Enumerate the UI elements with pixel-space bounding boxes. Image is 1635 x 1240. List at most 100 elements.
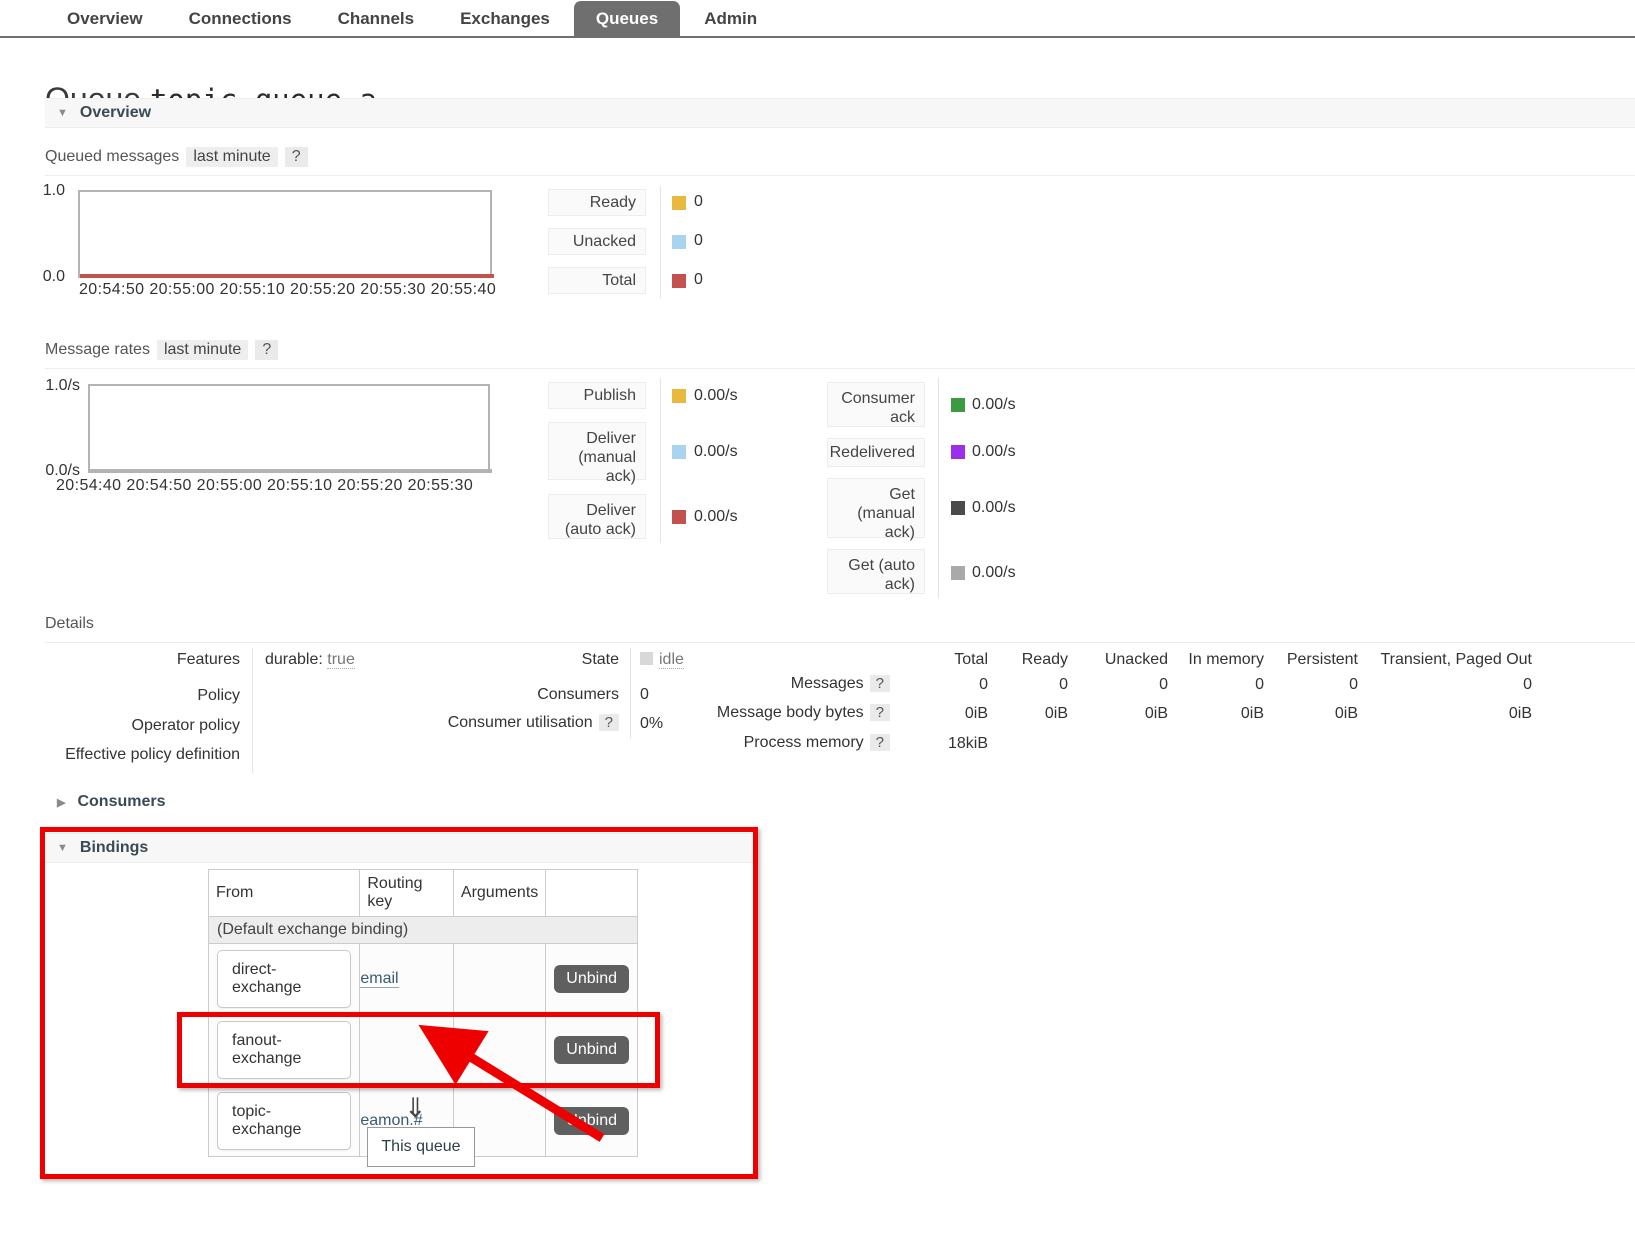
stats-column-persistent: Persistent bbox=[1286, 651, 1358, 668]
detail-label-consumer-utilisation: Consumer utilisation? bbox=[400, 714, 619, 732]
legend-pill-deliver-manual-ack-label: Deliver (manual ack) bbox=[578, 430, 636, 485]
queued-messages-period-selector[interactable]: last minute bbox=[186, 147, 278, 167]
legend-pill-get-auto-ack[interactable]: Get (auto ack) bbox=[827, 549, 925, 594]
section-header-bindings[interactable]: ▼ Bindings bbox=[45, 833, 758, 863]
exchange-link-direct-exchange[interactable]: direct-exchange bbox=[217, 950, 352, 1008]
stats-bytes-total: 0iB bbox=[964, 705, 988, 722]
stats-messages-in-memory: 0 bbox=[1255, 676, 1264, 693]
exchange-link-topic-exchange[interactable]: topic-exchange bbox=[217, 1092, 352, 1150]
legend-pill-get-auto-ack-label: Get (auto ack) bbox=[848, 557, 915, 593]
binding-from-cell-topic: topic-exchange bbox=[207, 1085, 361, 1157]
nav-tab-connections[interactable]: Connections bbox=[167, 1, 314, 38]
stat-publish-value: 0.00/s bbox=[694, 387, 738, 404]
unbind-button-direct-exchange[interactable]: Unbind bbox=[554, 965, 629, 993]
section-header-consumers[interactable]: ▶ Consumers bbox=[45, 793, 166, 811]
legend-pill-ready[interactable]: Ready bbox=[548, 189, 646, 216]
section-header-bindings-label: Bindings bbox=[79, 839, 149, 856]
message-body-bytes-help-icon[interactable]: ? bbox=[869, 704, 890, 721]
stats-messages-persistent: 0 bbox=[1349, 676, 1358, 693]
stat-get-auto-ack-value: 0.00/s bbox=[972, 564, 1016, 581]
legend-pill-deliver-auto-ack[interactable]: Deliver (auto ack) bbox=[548, 494, 646, 539]
legend-pill-get-manual-ack[interactable]: Get (manual ack) bbox=[827, 478, 925, 541]
message-rates-plot bbox=[88, 384, 492, 473]
legend-pill-deliver-auto-ack-label: Deliver (auto ack) bbox=[564, 502, 636, 538]
nav-tab-admin[interactable]: Admin bbox=[682, 1, 779, 38]
exchange-link-fanout-exchange[interactable]: fanout-exchange bbox=[217, 1021, 352, 1079]
nav-tab-channels[interactable]: Channels bbox=[316, 1, 437, 38]
queued-messages-x-ticks: 20:54:50 20:55:00 20:55:10 20:55:20 20:5… bbox=[79, 281, 497, 298]
stats-row-label-message-body-bytes: Message body bytes? bbox=[640, 704, 890, 722]
nav-tab-exchanges[interactable]: Exchanges bbox=[438, 1, 572, 38]
swatch-get-auto-ack-icon bbox=[951, 566, 965, 580]
section-header-overview-label: Overview bbox=[79, 104, 152, 121]
stats-process-memory-total: 18kiB bbox=[947, 735, 988, 752]
message-rates-y-max: 1.0/s bbox=[45, 377, 80, 394]
stat-deliver-manual-ack-value: 0.00/s bbox=[694, 443, 738, 460]
stats-row-label-messages-text: Messages bbox=[790, 675, 864, 692]
queued-messages-help-icon[interactable]: ? bbox=[284, 147, 308, 167]
stats-bytes-ready: 0iB bbox=[1044, 705, 1068, 722]
detail-label-effective-policy-definition: Effective policy definition bbox=[65, 746, 240, 763]
details-separator-middle bbox=[630, 648, 631, 738]
consumer-utilisation-help-icon[interactable]: ? bbox=[598, 714, 619, 731]
bindings-column-routing-key: Routing key bbox=[359, 869, 454, 917]
legend-pill-publish[interactable]: Publish bbox=[548, 382, 646, 409]
detail-label-policy: Policy bbox=[197, 687, 240, 704]
message-rates-period-selector[interactable]: last minute bbox=[156, 340, 249, 360]
stat-total-value: 0 bbox=[694, 271, 703, 288]
stats-column-total: Total bbox=[954, 651, 988, 668]
detail-features-key: durable: bbox=[265, 651, 323, 668]
legend-pill-total[interactable]: Total bbox=[548, 267, 646, 294]
stats-column-ready: Ready bbox=[1021, 651, 1068, 668]
nav-tab-overview[interactable]: Overview bbox=[45, 1, 165, 38]
legend-separator-queued bbox=[660, 186, 661, 298]
detail-label-consumer-utilisation-text: Consumer utilisation bbox=[447, 714, 593, 731]
binding-action-topic: Unbind bbox=[545, 1085, 638, 1157]
process-memory-help-icon[interactable]: ? bbox=[869, 734, 890, 751]
stats-row-label-message-body-bytes-text: Message body bytes bbox=[716, 704, 864, 721]
bindings-column-from: From bbox=[207, 869, 361, 917]
swatch-get-manual-ack-icon bbox=[951, 501, 965, 515]
swatch-redelivered-icon bbox=[951, 445, 965, 459]
section-header-overview[interactable]: ▼ Overview bbox=[45, 98, 1635, 128]
stats-column-transient-paged-out: Transient, Paged Out bbox=[1380, 651, 1533, 668]
legend-separator-rates-left bbox=[660, 378, 661, 543]
legend-separator-rates-right bbox=[938, 378, 939, 598]
legend-pill-consumer-ack-label: Consumer ack bbox=[841, 390, 915, 426]
stats-bytes-in-memory: 0iB bbox=[1240, 705, 1264, 722]
swatch-deliver-auto-ack-icon bbox=[672, 510, 686, 524]
queued-messages-title: Queued messages bbox=[45, 148, 180, 165]
divider-details bbox=[45, 642, 1635, 643]
stat-consumer-ack-value: 0.00/s bbox=[972, 396, 1016, 413]
stats-messages-total: 0 bbox=[979, 676, 988, 693]
binding-from-cell-direct: direct-exchange bbox=[207, 943, 361, 1015]
stat-get-manual-ack-value: 0.00/s bbox=[972, 499, 1016, 516]
details-separator-left bbox=[252, 648, 253, 773]
legend-pill-redelivered[interactable]: Redelivered bbox=[827, 438, 925, 467]
binding-arguments-direct bbox=[452, 943, 547, 1015]
unbind-button-fanout-exchange[interactable]: Unbind bbox=[554, 1036, 629, 1064]
detail-features-value: true bbox=[327, 651, 355, 669]
binding-from-cell-fanout: fanout-exchange bbox=[207, 1014, 361, 1086]
message-rates-help-icon[interactable]: ? bbox=[255, 340, 279, 360]
detail-label-state: State bbox=[581, 651, 619, 668]
section-header-consumers-label: Consumers bbox=[77, 793, 166, 810]
legend-pill-unacked[interactable]: Unacked bbox=[548, 228, 646, 255]
stats-messages-transient-paged-out: 0 bbox=[1523, 676, 1532, 693]
swatch-consumer-ack-icon bbox=[951, 398, 965, 412]
stats-messages-ready: 0 bbox=[1059, 676, 1068, 693]
status-badge: idle bbox=[659, 651, 684, 669]
legend-pill-deliver-manual-ack[interactable]: Deliver (manual ack) bbox=[548, 422, 646, 485]
nav-tab-queues[interactable]: Queues bbox=[573, 1, 681, 38]
divider-message-rates bbox=[45, 368, 1635, 369]
stats-bytes-persistent: 0iB bbox=[1334, 705, 1358, 722]
queued-messages-y-max: 1.0 bbox=[42, 182, 65, 199]
binding-flow-arrow-icon: ⇓ bbox=[404, 1093, 427, 1123]
swatch-deliver-manual-ack-icon bbox=[672, 445, 686, 459]
table-row: fanout-exchange Unbind bbox=[207, 1014, 638, 1086]
stats-bytes-unacked: 0iB bbox=[1144, 705, 1168, 722]
unbind-button-topic-exchange[interactable]: Unbind bbox=[554, 1107, 629, 1135]
message-rates-x-ticks: 20:54:40 20:54:50 20:55:00 20:55:10 20:5… bbox=[56, 477, 474, 494]
messages-help-icon[interactable]: ? bbox=[869, 675, 890, 692]
legend-pill-consumer-ack[interactable]: Consumer ack bbox=[827, 382, 925, 427]
